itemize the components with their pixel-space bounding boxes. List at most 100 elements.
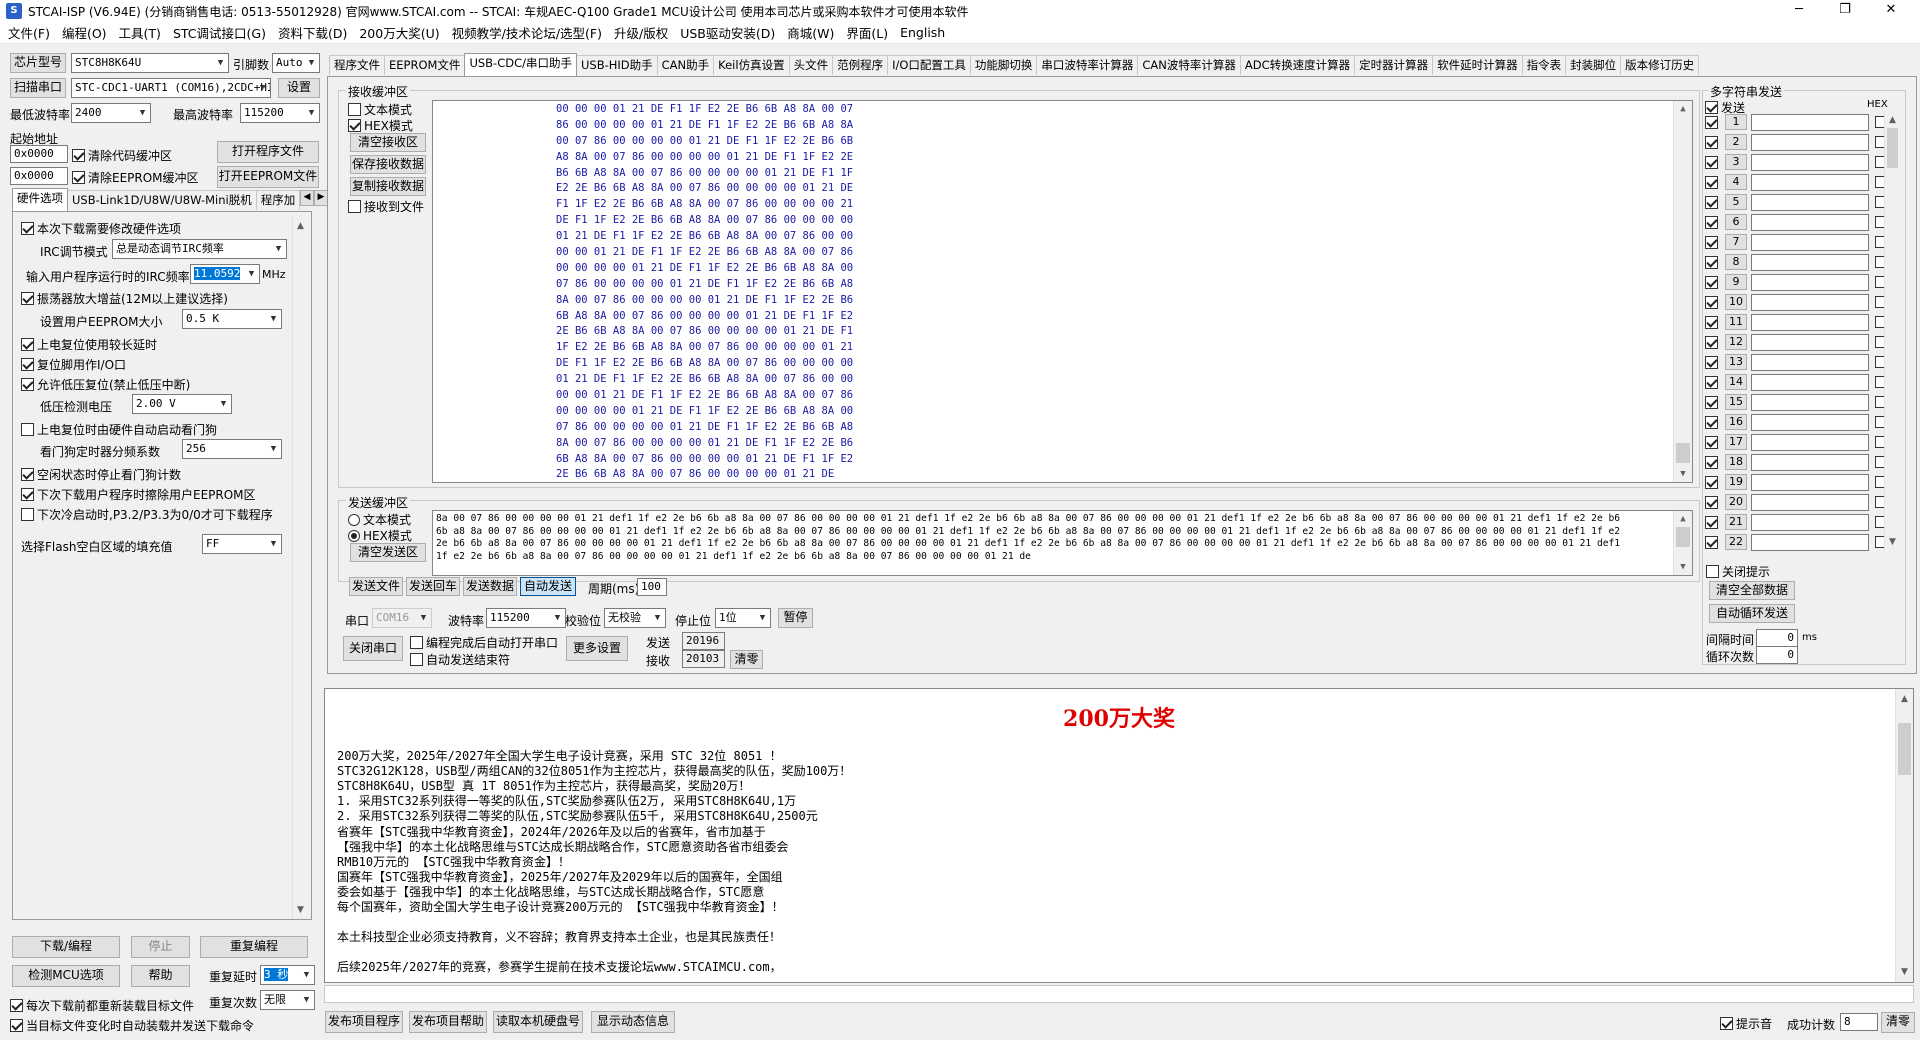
- row-send-button[interactable]: 20: [1725, 494, 1747, 510]
- scroll-up-icon[interactable]: ▲: [293, 218, 308, 234]
- scroll-up-icon[interactable]: ▲: [1896, 691, 1913, 707]
- interval-input[interactable]: 0: [1756, 629, 1798, 647]
- clear-all-data-button[interactable]: 清空全部数据: [1709, 581, 1795, 600]
- irc-frequency-select[interactable]: 11.0592 ▼: [190, 264, 260, 284]
- baud-select[interactable]: 115200 ▼: [486, 608, 566, 628]
- row-send-button[interactable]: 7: [1725, 234, 1747, 250]
- row-send-button[interactable]: 19: [1725, 474, 1747, 490]
- horizontal-scrollbar[interactable]: [324, 985, 1914, 1003]
- row-string-input[interactable]: [1751, 373, 1869, 391]
- row-send-button[interactable]: 2: [1725, 134, 1747, 150]
- row-string-input[interactable]: [1751, 533, 1869, 551]
- row-send-button[interactable]: 21: [1725, 514, 1747, 530]
- row-send-checkbox[interactable]: [1705, 435, 1718, 449]
- code-address-input[interactable]: 0x0000: [10, 145, 68, 163]
- serial-port-select[interactable]: COM16 ▼: [372, 608, 432, 628]
- row-send-button[interactable]: 3: [1725, 154, 1747, 170]
- row-send-checkbox[interactable]: [1705, 475, 1718, 489]
- maximize-button[interactable]: ❐: [1822, 0, 1868, 22]
- repeat-count-select[interactable]: 无限 ▼: [260, 990, 315, 1010]
- irc-mode-select[interactable]: 总是动态调节IRC频率 ▼: [112, 239, 287, 259]
- send-data-button[interactable]: 发送数据: [463, 577, 517, 596]
- menu-shop[interactable]: 商城(W): [783, 23, 842, 42]
- row-send-button[interactable]: 5: [1725, 194, 1747, 210]
- menu-award[interactable]: 200万大奖(U): [355, 23, 447, 42]
- parity-select[interactable]: 无校验 ▼: [604, 608, 666, 628]
- open-eeprom-button[interactable]: 打开EEPROM文件: [217, 166, 319, 188]
- info-scrollbar[interactable]: ▲ ▼: [1895, 689, 1913, 982]
- tab-delay-calc[interactable]: 软件延时计算器: [1432, 55, 1523, 75]
- receive-to-file-checkbox[interactable]: 接收到文件: [348, 198, 424, 215]
- row-send-checkbox[interactable]: [1705, 275, 1718, 289]
- eeprom-size-select[interactable]: 0.5 K ▼: [182, 309, 282, 329]
- menu-upgrade[interactable]: 升级/版权: [610, 23, 676, 42]
- tab-uart-baud-calc[interactable]: 串口波特率计算器: [1036, 55, 1139, 75]
- clear-eeprom-checkbox[interactable]: 清除EEPROM缓冲区: [72, 169, 199, 186]
- scroll-thumb[interactable]: [1887, 128, 1898, 168]
- tab-instructions[interactable]: 指令表: [1521, 55, 1567, 75]
- row-string-input[interactable]: [1751, 453, 1869, 471]
- scroll-thumb[interactable]: [1898, 723, 1911, 775]
- clear-count-button[interactable]: 清零: [730, 650, 763, 669]
- row-string-input[interactable]: [1751, 273, 1869, 291]
- auto-open-port-checkbox[interactable]: 编程完成后自动打开串口: [410, 634, 558, 651]
- scroll-up-icon[interactable]: ▲: [1885, 112, 1900, 128]
- tab-hardware-options[interactable]: 硬件选项: [12, 188, 68, 211]
- period-input[interactable]: 100: [637, 578, 667, 596]
- row-send-button[interactable]: 9: [1725, 274, 1747, 290]
- scroll-up-icon[interactable]: ▲: [1674, 511, 1692, 527]
- row-send-checkbox[interactable]: [1705, 455, 1718, 469]
- max-baud-select[interactable]: 115200 ▼: [240, 103, 320, 123]
- row-send-checkbox[interactable]: [1705, 135, 1718, 149]
- menu-usb-driver[interactable]: USB驱动安装(D): [676, 23, 783, 42]
- loop-count-input[interactable]: 0: [1756, 646, 1798, 664]
- receive-buffer[interactable]: 00 00 00 01 21 DE F1 1F E2 2E B6 6B A8 8…: [432, 100, 1693, 483]
- row-send-button[interactable]: 6: [1725, 214, 1747, 230]
- tab-version-history[interactable]: 版本修订历史: [1620, 55, 1700, 75]
- tab-scroll-left-icon[interactable]: ◀: [300, 190, 314, 206]
- reset-success-count-button[interactable]: 清零: [1881, 1012, 1915, 1033]
- wdt-divider-select[interactable]: 256 ▼: [182, 439, 282, 459]
- chip-model-button[interactable]: 芯片型号: [10, 53, 66, 73]
- eeprom-address-input[interactable]: 0x0000: [10, 167, 68, 185]
- tab-usb-cdc-serial[interactable]: USB-CDC/串口助手: [464, 53, 577, 76]
- recv-hex-mode-checkbox[interactable]: HEX模式: [348, 117, 413, 134]
- close-button[interactable]: ✕: [1868, 0, 1914, 22]
- publish-program-button[interactable]: 发布项目程序: [325, 1011, 403, 1033]
- row-send-checkbox[interactable]: [1705, 295, 1718, 309]
- row-send-checkbox[interactable]: [1705, 115, 1718, 129]
- show-dynamic-info-button[interactable]: 显示动态信息: [591, 1011, 675, 1033]
- row-send-button[interactable]: 11: [1725, 314, 1747, 330]
- tab-pin-switch[interactable]: 功能脚切换: [969, 55, 1038, 75]
- row-send-checkbox[interactable]: [1705, 415, 1718, 429]
- lvd-reset-checkbox[interactable]: 允许低压复位(禁止低压中断): [21, 376, 190, 393]
- scroll-down-icon[interactable]: ▼: [1674, 466, 1692, 482]
- receive-scrollbar[interactable]: ▲ ▼: [1673, 101, 1692, 482]
- tab-program-add[interactable]: 程序加: [255, 190, 301, 210]
- row-string-input[interactable]: [1751, 493, 1869, 511]
- row-send-button[interactable]: 14: [1725, 374, 1747, 390]
- send-hex-mode-radio[interactable]: HEX模式: [348, 527, 412, 544]
- row-send-checkbox[interactable]: [1705, 155, 1718, 169]
- tab-can-baud-calc[interactable]: CAN波特率计算器: [1137, 55, 1241, 75]
- recv-text-mode-checkbox[interactable]: 文本模式: [348, 101, 412, 118]
- row-string-input[interactable]: [1751, 513, 1869, 531]
- open-program-button[interactable]: 打开程序文件: [217, 141, 319, 163]
- por-delay-checkbox[interactable]: 上电复位使用较长延时: [21, 336, 157, 353]
- close-hint-checkbox[interactable]: 关闭提示: [1706, 563, 1770, 580]
- row-string-input[interactable]: [1751, 353, 1869, 371]
- download-program-button[interactable]: 下载/编程: [12, 936, 120, 958]
- row-send-button[interactable]: 17: [1725, 434, 1747, 450]
- tab-package-pins[interactable]: 封装脚位: [1565, 55, 1622, 75]
- row-string-input[interactable]: [1751, 133, 1869, 151]
- row-string-input[interactable]: [1751, 193, 1869, 211]
- row-send-checkbox[interactable]: [1705, 495, 1718, 509]
- scroll-down-icon[interactable]: ▼: [1674, 559, 1692, 575]
- clear-code-checkbox[interactable]: 清除代码缓冲区: [72, 147, 172, 164]
- scroll-up-icon[interactable]: ▲: [1674, 101, 1692, 117]
- min-baud-select[interactable]: 2400 ▼: [71, 103, 151, 123]
- lvd-voltage-select[interactable]: 2.00 V ▼: [132, 394, 232, 414]
- reset-io-checkbox[interactable]: 复位脚用作I/O口: [21, 356, 126, 373]
- send-file-button[interactable]: 发送文件: [349, 577, 403, 596]
- more-settings-button[interactable]: 更多设置: [566, 636, 628, 661]
